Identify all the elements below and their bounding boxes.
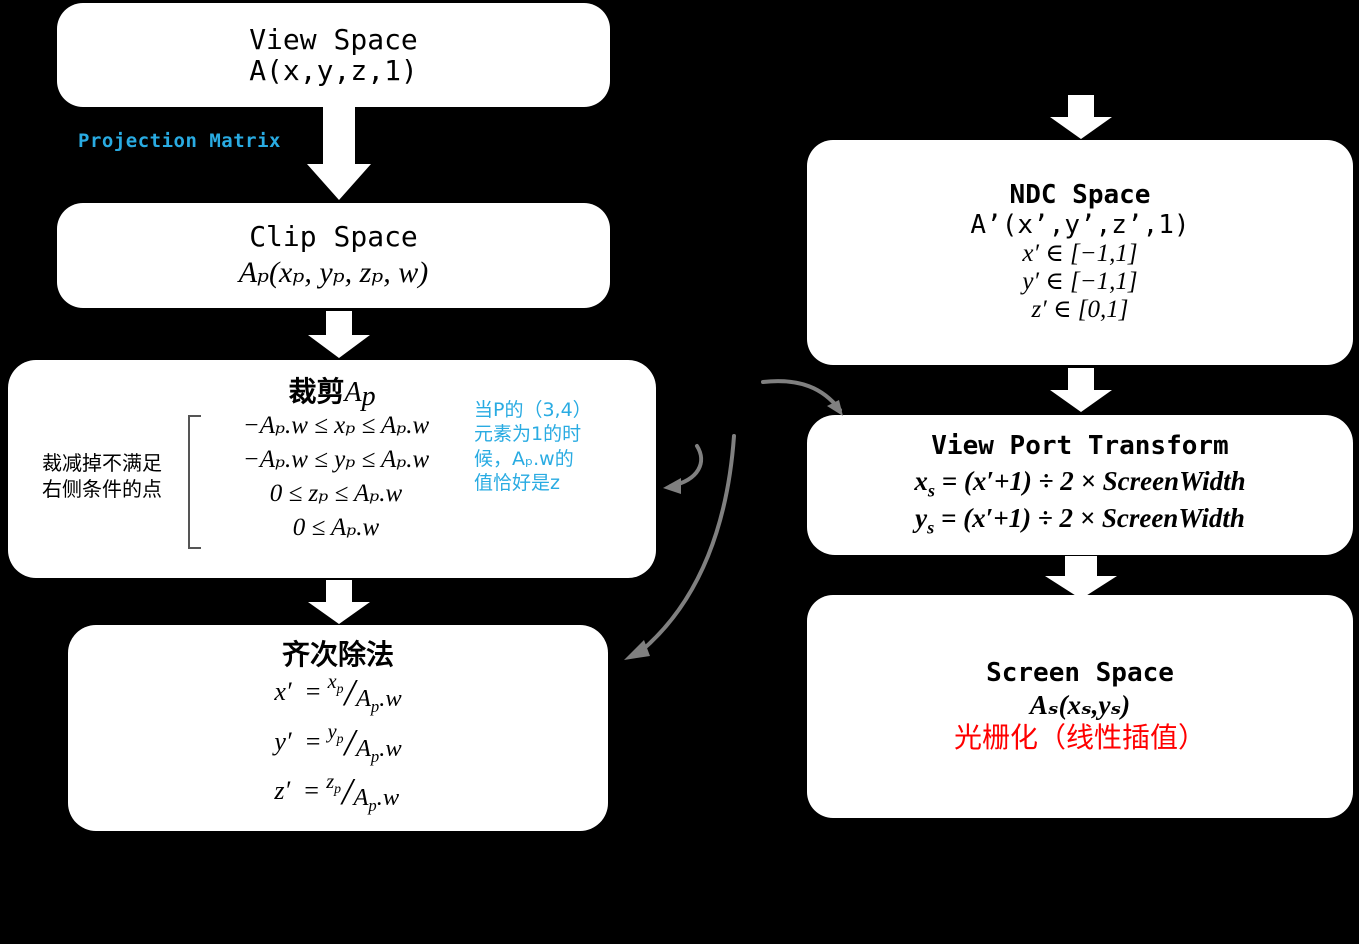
division-fraction: zp / Ap.w: [326, 770, 400, 816]
ndc-point: A’(x’,y’,z’,1): [970, 209, 1190, 240]
clip-space-formula-text: Aₚ(xₚ, yₚ, zₚ, w): [238, 256, 429, 290]
view-space-title: View Space: [249, 22, 418, 56]
ndc-range-z: z′ ∈ [0,1]: [1031, 295, 1129, 323]
clipping-bracket: [188, 415, 201, 549]
division-rows: x′ = xp / Ap.w y′ = yp / Ap.w z′ = zp / Ap.w: [274, 672, 402, 816]
cyan-note-line: 候，Aₚ.w的: [474, 447, 574, 470]
division-num: x: [327, 671, 337, 694]
inequality-row: 0 ≤ zₚ ≤ Aₚ.w: [269, 480, 403, 507]
diagram-canvas: View Space A(x,y,z,1) Projection Matrix …: [0, 0, 1359, 944]
node-view-space: View Space A(x,y,z,1): [57, 3, 610, 107]
division-den-sub: p: [368, 796, 377, 816]
clipping-title-cn: 裁剪: [288, 375, 345, 408]
label-projection-matrix: Projection Matrix: [78, 130, 281, 152]
division-den-rest: .w: [379, 684, 402, 712]
division-row: x′ = xp / Ap.w: [274, 672, 402, 716]
ndc-range-y: y′ ∈ [−1,1]: [1022, 267, 1138, 295]
division-den-sub: p: [370, 696, 380, 716]
clipping-cyan-note: 当P的（3,4） 元素为1的时 候，Aₚ.w的 值恰好是z: [474, 398, 624, 495]
division-num-sub: p: [336, 730, 344, 746]
clipping-title-var-sub: p: [361, 381, 376, 413]
division-row: y′ = yp / Ap.w: [274, 721, 402, 766]
curved-arrow-to-division: [610, 430, 750, 670]
cyan-note-line: 值恰好是z: [474, 471, 560, 494]
inequality-row: −Aₚ.w ≤ yₚ ≤ Aₚ.w: [242, 446, 430, 473]
viewport-eq-x: xs = (x′+1) ÷ 2 × ScreenWidth: [914, 466, 1245, 501]
clipping-left-note-line2: 右侧条件的点: [42, 477, 162, 501]
division-slash: /: [344, 721, 355, 764]
screen-space-title: Screen Space: [986, 658, 1174, 689]
viewport-eq-y: ys = (x′+1) ÷ 2 × ScreenWidth: [915, 503, 1245, 538]
node-viewport-transform: View Port Transform xs = (x′+1) ÷ 2 × Sc…: [807, 415, 1353, 555]
division-den: A: [355, 684, 371, 712]
ndc-range-x: x′ ∈ [−1,1]: [1022, 239, 1138, 267]
inequality-row: 0 ≤ Aₚ.w: [292, 514, 380, 541]
division-den: A: [353, 784, 369, 812]
viewport-eq-x-sub: s: [927, 479, 936, 500]
clipping-left-note: 裁减掉不满足 右侧条件的点: [22, 450, 182, 502]
division-num-sub: p: [336, 681, 344, 697]
cyan-note-line: 当P的（3,4）: [474, 399, 592, 421]
division-lhs: x′: [274, 676, 292, 706]
division-slash: /: [341, 771, 353, 814]
node-clip-space: Clip Space Aₚ(xₚ, yₚ, zₚ, w): [57, 203, 610, 308]
arrow-clipping-to-division: [306, 580, 372, 625]
division-den-rest: .w: [376, 784, 400, 812]
view-space-point: A(x,y,z,1): [249, 54, 418, 87]
division-den: A: [355, 734, 371, 762]
arrow-view-to-clip: [305, 106, 373, 202]
division-num: z: [326, 770, 335, 793]
node-ndc-space: NDC Space A’(x’,y’,z’,1) x′ ∈ [−1,1] y′ …: [807, 140, 1353, 365]
division-fraction: yp / Ap.w: [328, 721, 402, 766]
viewport-eq-x-lhs: x: [914, 465, 928, 496]
division-eq: =: [302, 776, 321, 806]
division-title: 齐次除法: [281, 638, 394, 671]
clipping-title-var: A: [344, 377, 362, 408]
curved-arrow-to-viewport: [755, 370, 875, 430]
division-row: z′ = zp / Ap.w: [274, 770, 401, 816]
viewport-eq-x-rhs: = (x′+1) ÷ 2 × ScreenWidth: [941, 465, 1246, 496]
clipping-left-note-line1: 裁减掉不满足: [42, 451, 162, 475]
division-den-rest: .w: [379, 734, 402, 762]
clipping-inequalities: −Aₚ.w ≤ xₚ ≤ Aₚ.w −Aₚ.w ≤ yₚ ≤ Aₚ.w 0 ≤ …: [206, 412, 466, 542]
clip-space-title: Clip Space: [249, 220, 418, 254]
viewport-eq-y-rhs: = (x′+1) ÷ 2 × ScreenWidth: [941, 502, 1245, 533]
clip-space-formula: Aₚ(xₚ, yₚ, zₚ, w): [239, 256, 429, 290]
viewport-title: View Port Transform: [931, 431, 1229, 462]
division-slash: /: [344, 672, 355, 714]
node-clipping: 裁剪Ap 裁减掉不满足 右侧条件的点 −Aₚ.w ≤ xₚ ≤ Aₚ.w −Aₚ…: [8, 360, 656, 578]
ndc-title: NDC Space: [1009, 180, 1151, 211]
division-den-sub: p: [370, 746, 380, 766]
arrow-ndc-to-viewport: [1048, 368, 1114, 413]
screen-space-point: Aₛ(xₛ,yₛ): [1029, 690, 1131, 721]
screen-space-raster-note: 光栅化（线性插值）: [953, 721, 1206, 755]
division-lhs: y′: [274, 726, 292, 756]
inequality-row: −Aₚ.w ≤ xₚ ≤ Aₚ.w: [242, 412, 430, 439]
division-num: y: [327, 720, 337, 743]
division-lhs: z′: [274, 776, 291, 806]
division-num-sub: p: [334, 780, 341, 796]
node-homogeneous-division: 齐次除法 x′ = xp / Ap.w y′ = yp / Ap.w z′ = zp / Ap.w: [68, 625, 608, 831]
arrow-into-ndc: [1048, 95, 1114, 140]
viewport-eq-y-lhs: y: [915, 502, 928, 533]
division-eq: =: [304, 726, 322, 756]
division-fraction: xp / Ap.w: [328, 672, 402, 716]
division-eq: =: [304, 676, 322, 706]
cyan-note-line: 元素为1的时: [474, 423, 582, 446]
viewport-eq-y-sub: s: [927, 516, 935, 537]
arrow-clip-to-clipping: [306, 311, 372, 359]
node-screen-space: Screen Space Aₛ(xₛ,yₛ) 光栅化（线性插值）: [807, 595, 1353, 818]
arrow-viewport-to-screen: [1043, 556, 1119, 600]
